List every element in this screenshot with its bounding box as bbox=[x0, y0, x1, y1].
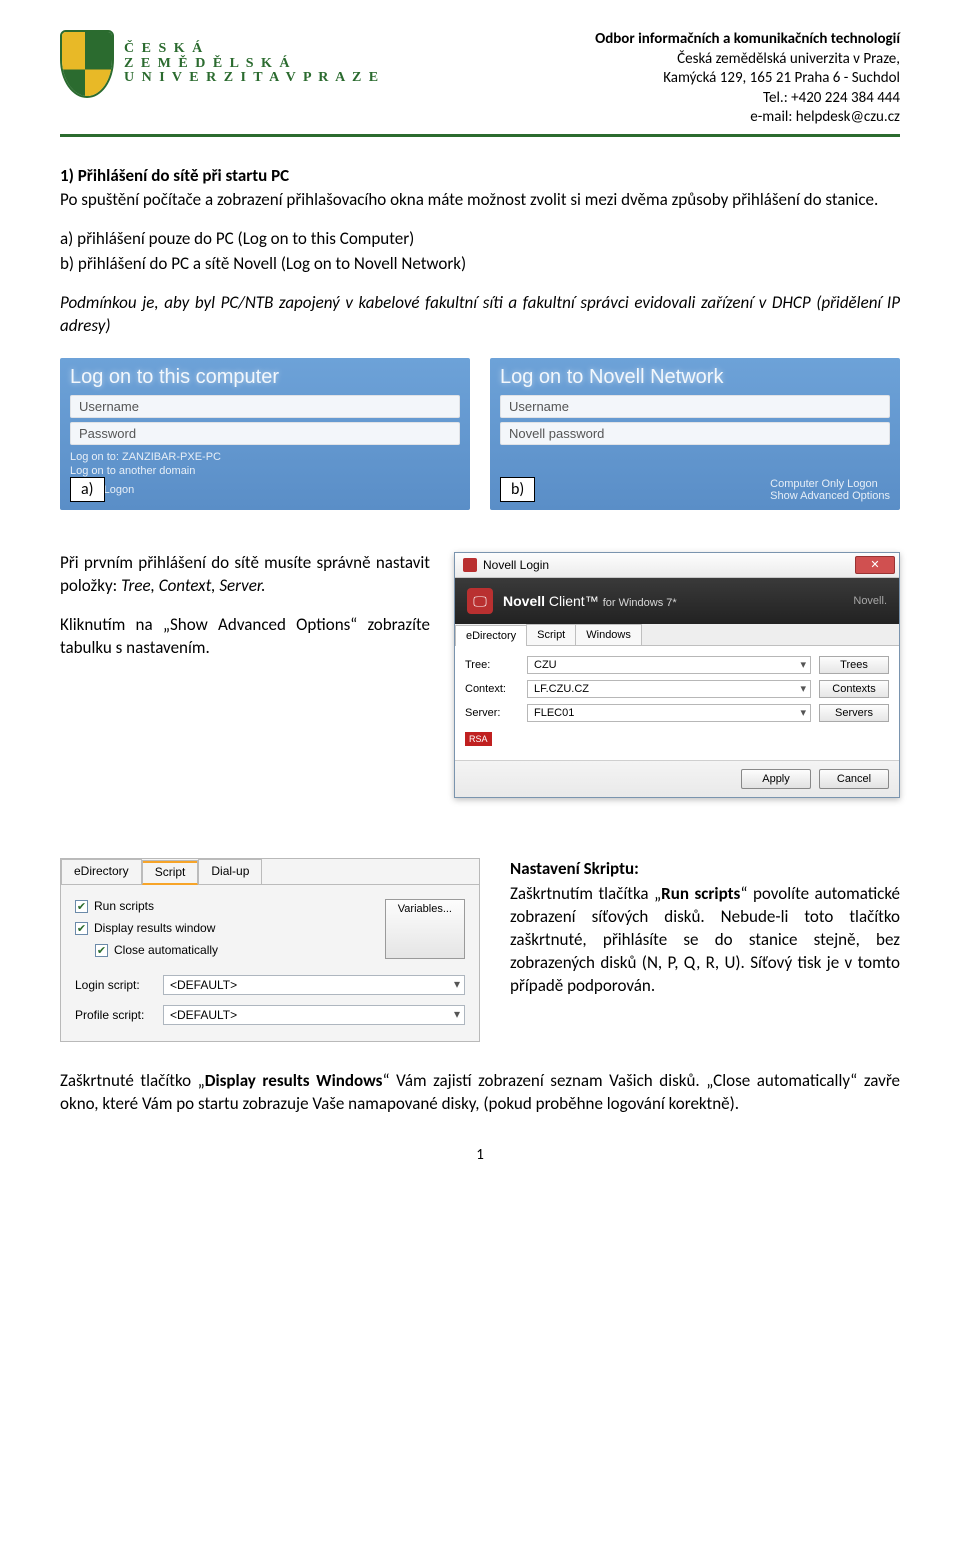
first-login-paragraph: Při prvním přihlášení do sítě musíte spr… bbox=[60, 552, 430, 598]
university-name: Česká zemědělská univerzita v Praze, bbox=[595, 50, 900, 70]
rsa-badge: RSA bbox=[465, 732, 492, 746]
header-rule bbox=[60, 134, 900, 137]
window-title: Novell Login bbox=[483, 558, 549, 572]
script-settings-panel: eDirectory Script Dial-up Run scripts Di… bbox=[60, 858, 480, 1042]
option-a: a) přihlášení pouze do PC (Log on to thi… bbox=[60, 228, 900, 251]
run-scripts-checkbox[interactable] bbox=[75, 900, 88, 913]
sp-tab-script[interactable]: Script bbox=[142, 860, 199, 885]
username-field-novell[interactable]: Username bbox=[500, 395, 890, 418]
close-icon[interactable] bbox=[855, 556, 895, 574]
login-panel-computer: Log on to this computer Username Passwor… bbox=[60, 358, 470, 510]
novell-icon bbox=[463, 558, 477, 572]
telephone: Tel.: +420 224 384 444 bbox=[595, 89, 900, 109]
tree-label: Tree: bbox=[465, 659, 519, 671]
variables-button[interactable]: Variables... bbox=[385, 899, 465, 959]
logo-text: Č E S K Á Z E M Ě D Ě L S K Á U N I V E … bbox=[124, 42, 380, 86]
banner-text: Novell Client™for Windows 7* bbox=[503, 593, 677, 609]
password-field[interactable]: Password bbox=[70, 422, 460, 445]
panel-a-title: Log on to this computer bbox=[70, 366, 460, 389]
university-logo: Č E S K Á Z E M Ě D Ě L S K Á U N I V E … bbox=[60, 30, 380, 98]
dept-name: Odbor informačních a komunikačních techn… bbox=[595, 30, 900, 50]
contexts-button[interactable]: Contexts bbox=[819, 680, 889, 698]
run-scripts-label: Run scripts bbox=[94, 899, 154, 913]
section-1-condition: Podmínkou je, aby byl PC/NTB zapojený v … bbox=[60, 292, 900, 338]
sp-tab-edirectory[interactable]: eDirectory bbox=[61, 859, 142, 884]
script-heading: Nastavení Skriptu: bbox=[510, 858, 639, 879]
context-select[interactable]: LF.CZU.CZ bbox=[527, 680, 811, 698]
panel-a-sub2[interactable]: Log on to another domain bbox=[70, 464, 460, 478]
section-1-title: 1) Přihlášení do sítě při startu PC bbox=[60, 165, 900, 188]
login-script-select[interactable]: <DEFAULT> bbox=[163, 975, 465, 995]
computer-only-logon-link[interactable]: Computer Only Logon bbox=[770, 478, 890, 490]
close-automatically-label: Close automatically bbox=[114, 943, 218, 957]
display-results-label: Display results window bbox=[94, 921, 215, 935]
panel-a-sub3[interactable]: Novell Logon bbox=[70, 483, 460, 497]
username-field[interactable]: Username bbox=[70, 395, 460, 418]
script-settings-text: Nastavení Skriptu: Zaškrtnutím tlačítka … bbox=[510, 858, 900, 1000]
panel-a-sub1: Log on to: ZANZIBAR-PXE-PC bbox=[70, 450, 460, 464]
profile-script-label: Profile script: bbox=[75, 1008, 155, 1022]
tab-edirectory[interactable]: eDirectory bbox=[455, 625, 527, 646]
panel-b-title: Log on to Novell Network bbox=[500, 366, 890, 389]
address-line: Kamýcká 129, 165 21 Praha 6 - Suchdol bbox=[595, 69, 900, 89]
login-panel-novell: Log on to Novell Network Username Novell… bbox=[490, 358, 900, 510]
tree-select[interactable]: CZU bbox=[527, 656, 811, 674]
server-label: Server: bbox=[465, 707, 519, 719]
trees-button[interactable]: Trees bbox=[819, 656, 889, 674]
tab-script[interactable]: Script bbox=[526, 624, 576, 645]
panel-b-label: b) bbox=[500, 477, 535, 502]
monitor-icon bbox=[467, 588, 493, 614]
apply-button[interactable]: Apply bbox=[741, 769, 811, 789]
close-automatically-checkbox[interactable] bbox=[95, 944, 108, 957]
closing-paragraph: Zaškrtnuté tlačítko „Display results Win… bbox=[60, 1070, 900, 1116]
display-results-checkbox[interactable] bbox=[75, 922, 88, 935]
tab-windows[interactable]: Windows bbox=[575, 624, 642, 645]
show-advanced-options-link[interactable]: Show Advanced Options bbox=[770, 490, 890, 502]
server-select[interactable]: FLEC01 bbox=[527, 704, 811, 722]
page-number: 1 bbox=[60, 1146, 900, 1164]
login-script-label: Login script: bbox=[75, 978, 155, 992]
banner-brand: Novell. bbox=[853, 595, 887, 607]
novell-password-field[interactable]: Novell password bbox=[500, 422, 890, 445]
novell-login-window: Novell Login Novell Client™for Windows 7… bbox=[454, 552, 900, 798]
section-1-intro: Po spuštění počítače a zobrazení přihlaš… bbox=[60, 189, 900, 212]
sp-tab-dialup[interactable]: Dial-up bbox=[198, 859, 262, 884]
show-advanced-paragraph: Kliknutím na „Show Advanced Options“ zob… bbox=[60, 614, 430, 660]
header-address: Odbor informačních a komunikačních techn… bbox=[595, 30, 900, 128]
shield-icon bbox=[60, 30, 114, 98]
profile-script-select[interactable]: <DEFAULT> bbox=[163, 1005, 465, 1025]
servers-button[interactable]: Servers bbox=[819, 704, 889, 722]
context-label: Context: bbox=[465, 683, 519, 695]
cancel-button[interactable]: Cancel bbox=[819, 769, 889, 789]
panel-a-label: a) bbox=[70, 477, 105, 502]
email: e-mail: helpdesk@czu.cz bbox=[595, 108, 900, 128]
option-b: b) přihlášení do PC a sítě Novell (Log o… bbox=[60, 253, 900, 276]
